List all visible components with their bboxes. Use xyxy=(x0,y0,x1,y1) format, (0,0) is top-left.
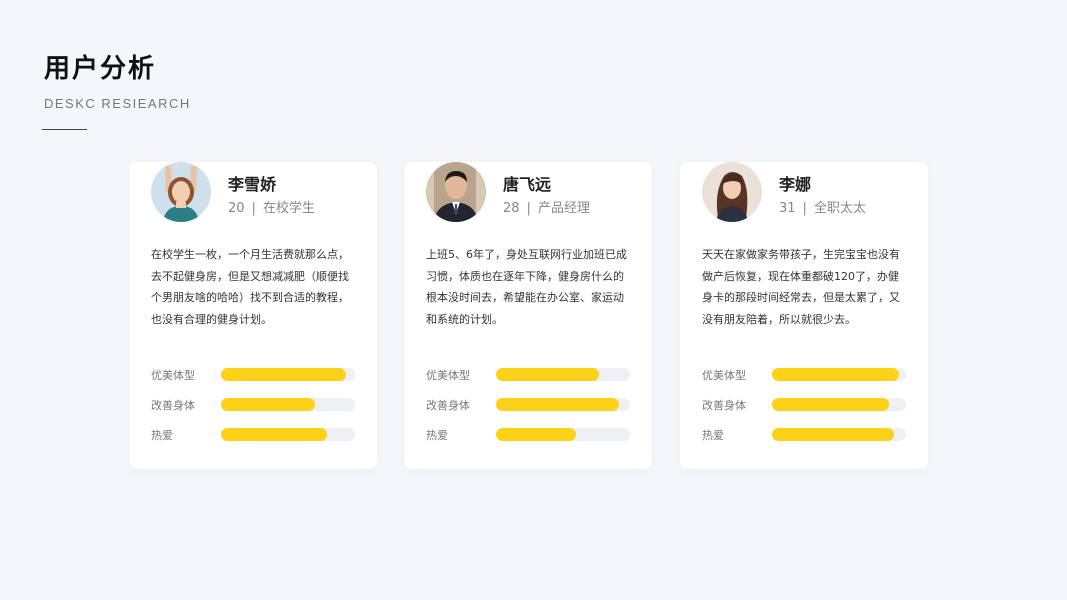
page-title: 用户分析 xyxy=(44,54,157,84)
metric-row: 优美体型 xyxy=(151,365,356,395)
metric-bar-fill xyxy=(221,398,315,411)
metric-label: 改善身体 xyxy=(702,399,746,412)
metric-label: 改善身体 xyxy=(426,399,470,412)
persona-role: 全职太太 xyxy=(813,201,866,216)
persona-description: 上班5、6年了，身处互联网行业加班已成习惯，体质也在逐年下降，健身房什么的根本没… xyxy=(426,248,627,326)
metric-row: 热爱 xyxy=(702,425,907,455)
metric-label: 热爱 xyxy=(426,429,448,442)
portrait-woman-long-hair-icon xyxy=(702,162,762,222)
persona-card: 李娜 31 | 全职太太 天天在家做家务带孩子，生完宝宝也没有做产后恢复，现在体重都… xyxy=(680,162,928,469)
persona-meta: 20 | 在校学生 xyxy=(228,197,315,216)
metric-bar-track xyxy=(496,398,630,411)
metric-label: 热爱 xyxy=(702,429,724,442)
metric-row: 优美体型 xyxy=(426,365,631,395)
metric-bar-track xyxy=(772,368,906,381)
persona-description: 在校学生一枚，一个月生活费就那么点，去不起健身房，但是又想减减肥（顺便找个男朋友… xyxy=(151,248,349,326)
metric-row: 热爱 xyxy=(151,425,356,455)
persona-role: 在校学生 xyxy=(262,201,315,216)
metric-label: 优美体型 xyxy=(151,369,195,382)
persona-name: 李娜 xyxy=(779,175,812,194)
metric-label: 优美体型 xyxy=(702,369,746,382)
metric-bar-track xyxy=(496,368,630,381)
persona-card: 李雪娇 20 | 在校学生 在校学生一枚，一个月生活费就那么点，去不起健身房，但是又… xyxy=(129,162,377,469)
metric-bar-fill xyxy=(772,428,894,441)
metric-bar-track xyxy=(221,398,355,411)
persona-description: 天天在家做家务带孩子，生完宝宝也没有做产后恢复，现在体重都破120了，办健身卡的… xyxy=(702,248,900,326)
metric-row: 改善身体 xyxy=(151,395,356,425)
persona-meta: 28 | 产品经理 xyxy=(503,197,590,216)
metric-list: 优美体型 改善身体 热爱 xyxy=(151,365,356,455)
metric-bar-fill xyxy=(772,368,900,381)
metric-list: 优美体型 改善身体 热爱 xyxy=(426,365,631,455)
persona-meta: 31 | 全职太太 xyxy=(779,197,866,216)
persona-name: 唐飞远 xyxy=(503,175,552,194)
metric-list: 优美体型 改善身体 热爱 xyxy=(702,365,907,455)
metric-bar-track xyxy=(496,428,630,441)
metric-row: 改善身体 xyxy=(426,395,631,425)
persona-name: 李雪娇 xyxy=(228,175,277,194)
metric-bar-fill xyxy=(496,428,577,441)
metric-bar-fill xyxy=(496,398,620,411)
metric-row: 改善身体 xyxy=(702,395,907,425)
page-subtitle: DESKC RESIEARCH xyxy=(44,96,191,111)
metric-bar-fill xyxy=(496,368,600,381)
portrait-man-suit-icon xyxy=(426,162,486,222)
meta-separator: | xyxy=(251,201,256,216)
persona-age: 31 xyxy=(779,201,796,216)
metric-bar-fill xyxy=(772,398,889,411)
metric-label: 改善身体 xyxy=(151,399,195,412)
avatar xyxy=(151,162,211,222)
metric-row: 热爱 xyxy=(426,425,631,455)
persona-card: 唐飞远 28 | 产品经理 上班5、6年了，身处互联网行业加班已成习惯，体质也在逐年… xyxy=(404,162,652,469)
avatar xyxy=(702,162,762,222)
persona-age: 20 xyxy=(228,201,245,216)
portrait-young-woman-icon xyxy=(151,162,211,222)
metric-bar-track xyxy=(772,398,906,411)
metric-bar-track xyxy=(221,368,355,381)
metric-bar-track xyxy=(221,428,355,441)
metric-row: 优美体型 xyxy=(702,365,907,395)
metric-bar-fill xyxy=(221,428,327,441)
metric-label: 优美体型 xyxy=(426,369,470,382)
persona-age: 28 xyxy=(503,201,520,216)
avatar xyxy=(426,162,486,222)
meta-separator: | xyxy=(526,201,531,216)
metric-bar-fill xyxy=(221,368,346,381)
metric-label: 热爱 xyxy=(151,429,173,442)
persona-role: 产品经理 xyxy=(537,201,590,216)
meta-separator: | xyxy=(802,201,807,216)
metric-bar-track xyxy=(772,428,906,441)
title-divider xyxy=(42,129,87,130)
